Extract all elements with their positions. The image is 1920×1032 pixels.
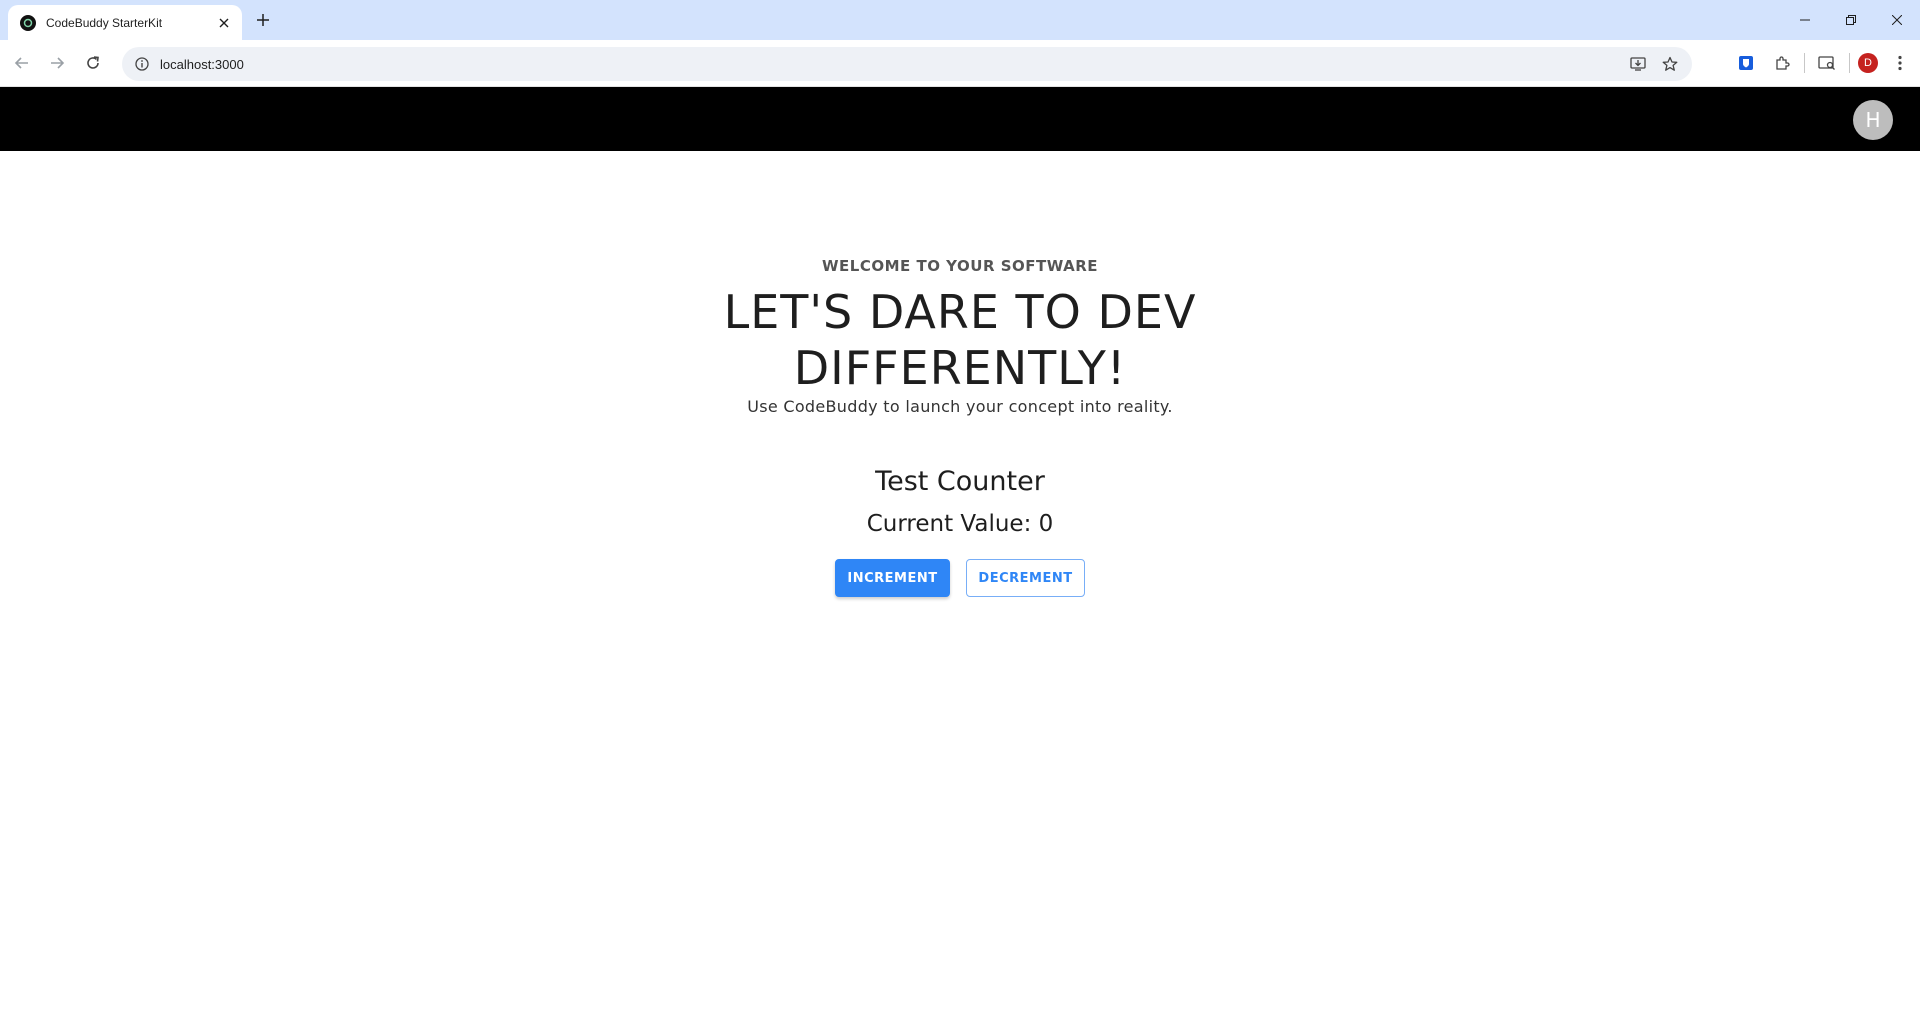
- close-window-icon[interactable]: [1874, 0, 1920, 40]
- extensions-puzzle-icon[interactable]: [1768, 49, 1796, 77]
- hero-subtitle: Use CodeBuddy to launch your concept int…: [747, 397, 1173, 416]
- reload-icon[interactable]: [79, 49, 107, 77]
- bitwarden-extension-icon[interactable]: [1732, 49, 1760, 77]
- counter-title: Test Counter: [875, 466, 1045, 497]
- counter-value: Current Value: 0: [866, 511, 1054, 537]
- new-tab-icon[interactable]: [251, 8, 275, 32]
- codebuddy-favicon-icon: [20, 14, 36, 31]
- browser-tab[interactable]: CodeBuddy StarterKit: [8, 5, 242, 40]
- install-app-icon[interactable]: [1626, 52, 1650, 76]
- decrement-button[interactable]: DECREMENT: [966, 559, 1085, 597]
- user-avatar[interactable]: H: [1853, 100, 1893, 140]
- window-controls: [1782, 0, 1920, 40]
- bookmark-star-icon[interactable]: [1658, 52, 1682, 76]
- headline-line-1: LET'S DARE TO DEV: [723, 285, 1197, 339]
- back-arrow-icon[interactable]: [8, 49, 36, 77]
- app-header: H: [0, 87, 1920, 151]
- profile-avatar[interactable]: D: [1858, 53, 1878, 73]
- browser-tabstrip: CodeBuddy StarterKit: [0, 0, 1920, 40]
- headline-line-2: DIFFERENTLY!: [793, 341, 1127, 395]
- tab-title: CodeBuddy StarterKit: [46, 15, 163, 30]
- tab-search-icon[interactable]: [1813, 49, 1841, 77]
- site-info-icon[interactable]: [134, 56, 150, 72]
- counter-buttons: INCREMENT DECREMENT: [0, 559, 1920, 597]
- minimize-icon[interactable]: [1782, 0, 1828, 40]
- welcome-overline: WELCOME TO YOUR SOFTWARE: [821, 257, 1099, 275]
- browser-toolbar: localhost:3000 D: [0, 40, 1920, 87]
- address-bar[interactable]: localhost:3000: [122, 47, 1692, 81]
- toolbar-divider: [1849, 53, 1850, 73]
- hero-headline: LET'S DARE TO DEV DIFFERENTLY!: [0, 284, 1920, 396]
- url-text: localhost:3000: [160, 56, 244, 72]
- increment-button[interactable]: INCREMENT: [835, 559, 950, 597]
- restore-icon[interactable]: [1828, 0, 1874, 40]
- tab-close-icon[interactable]: [216, 15, 232, 31]
- browser-menu-icon[interactable]: [1886, 49, 1914, 77]
- forward-arrow-icon[interactable]: [43, 49, 71, 77]
- toolbar-divider: [1804, 53, 1805, 73]
